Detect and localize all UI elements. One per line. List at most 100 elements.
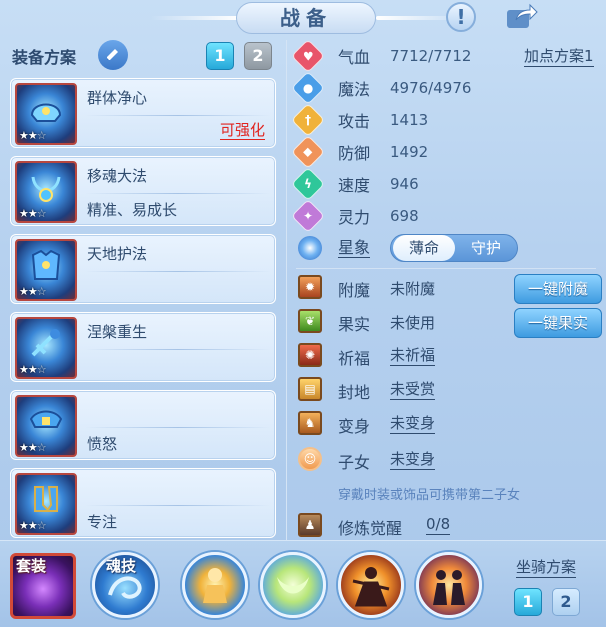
stat-row-attack: † 攻击 1413: [291, 103, 428, 137]
share-button[interactable]: [503, 0, 539, 34]
lightning-icon: ϟ: [291, 167, 325, 201]
equipment-name: 移魂大法: [87, 167, 148, 185]
attr-label-transform: 变身: [338, 417, 371, 436]
divider: [85, 271, 271, 272]
skill-slot-3[interactable]: [338, 552, 404, 618]
cultivation-label: 修炼觉醒: [338, 519, 403, 538]
skill-slot-1[interactable]: [182, 552, 248, 618]
title-wing-left: [150, 16, 240, 20]
belt-icon: [29, 410, 63, 428]
star-rating: ★★☆: [19, 207, 47, 220]
edit-plan-button[interactable]: [98, 40, 128, 70]
stat-label: 防御: [338, 144, 371, 163]
star-rating: ★★☆: [19, 129, 47, 142]
transform-icon: ♞: [298, 411, 322, 435]
pencil-icon: [107, 49, 118, 60]
stat-label: 魔法: [338, 80, 371, 99]
mount-plan-label[interactable]: 坐骑方案: [516, 558, 577, 578]
stat-value: 698: [390, 207, 419, 225]
warrior-icon: [352, 567, 390, 607]
attr-value-transform[interactable]: 未变身: [390, 414, 436, 434]
equipment-card-1[interactable]: ★★☆ 群体净心 可强化: [10, 78, 276, 148]
child-icon: ☺: [298, 447, 322, 471]
shield-icon: ◆: [291, 135, 325, 169]
divider: [85, 349, 271, 350]
divider: [85, 427, 271, 428]
equipment-plan-label: 装备方案: [12, 48, 77, 67]
attr-value-fief[interactable]: 未受赏: [390, 380, 436, 400]
blessing-icon: ✺: [298, 343, 322, 367]
fief-icon: ▤: [298, 377, 322, 401]
fruit-icon: ❦: [298, 309, 322, 333]
constellation-icon: [298, 236, 322, 260]
panel-divider: [286, 40, 287, 540]
mount-plan-2-button[interactable]: 2: [552, 588, 580, 616]
stat-label: 攻击: [338, 112, 371, 131]
stat-row-hp: ♥ 气血 7712/7712: [291, 39, 471, 73]
cultivation-icon: ♟: [298, 513, 322, 537]
attr-value-fruit: 未使用: [390, 314, 436, 332]
constellation-option-2[interactable]: 守护: [455, 235, 517, 261]
attr-label-fief: 封地: [338, 383, 371, 402]
stat-value: 1492: [390, 143, 429, 161]
helmet-icon: [30, 103, 62, 122]
enchant-icon: ✹: [298, 275, 322, 299]
one-click-enchant-button[interactable]: 一键附魔: [514, 274, 602, 304]
equipment-5-icon: ★★☆: [15, 395, 77, 457]
equipment-name: 天地护法: [87, 245, 148, 263]
stat-value: 7712/7712: [390, 47, 472, 65]
one-click-fruit-button[interactable]: 一键果实: [514, 308, 602, 338]
soul-skill-label: 魂技: [106, 557, 137, 575]
equipment-plan-2-button[interactable]: 2: [244, 42, 272, 70]
page-title: 战备: [236, 2, 376, 34]
mount-plan-1-button[interactable]: 1: [514, 588, 542, 616]
attr-value-child[interactable]: 未变身: [390, 450, 436, 470]
constellation-label[interactable]: 星象: [338, 238, 371, 258]
constellation-option-1[interactable]: 薄命: [393, 235, 455, 261]
constellation-toggle: 薄命 守护: [390, 234, 518, 262]
equipment-card-2[interactable]: ★★☆ 移魂大法 精准、易成长: [10, 156, 276, 226]
equipment-panel: 装备方案 1 2 ★★☆ 群体净心 可强化 ★★☆ 移魂大法 精准、易成长 ★★…: [6, 40, 282, 540]
equipment-card-5[interactable]: ★★☆ 愤怒: [10, 390, 276, 460]
armor-icon: [31, 249, 61, 280]
second-child-hint: 穿戴时装或饰品可携带第二子女: [338, 488, 521, 503]
divider: [85, 193, 271, 194]
skill-slot-2[interactable]: [260, 552, 326, 618]
share-icon: [507, 3, 538, 28]
equipment-card-3[interactable]: ★★☆ 天地护法: [10, 234, 276, 304]
sword-icon: †: [291, 103, 325, 137]
weapon-icon: [31, 329, 60, 357]
stat-value: 946: [390, 175, 419, 193]
equipment-card-4[interactable]: ★★☆ 涅槃重生: [10, 312, 276, 382]
help-button[interactable]: !: [443, 0, 479, 34]
attr-value-enchant: 未附魔: [390, 280, 436, 298]
add-point-plan-link[interactable]: 加点方案1: [524, 47, 594, 67]
sparkle-icon: ✦: [291, 199, 325, 233]
equipment-name: 群体净心: [87, 89, 148, 107]
title-bar: 战备 !: [0, 0, 606, 38]
equipment-6-icon: ★★☆: [15, 473, 77, 535]
attr-value-blessing[interactable]: 未祈福: [390, 346, 436, 366]
cultivation-value[interactable]: 0/8: [426, 515, 451, 535]
equipment-card-6[interactable]: ★★☆ 专注: [10, 468, 276, 538]
leaf-icon: [277, 577, 309, 594]
exclamation-icon: !: [446, 2, 476, 32]
stat-row-defense: ◆ 防御 1492: [291, 135, 428, 169]
monk-icon: [203, 568, 227, 603]
equipment-traits: 愤怒: [87, 435, 118, 453]
equipment-plan-1-button[interactable]: 1: [206, 42, 234, 70]
attr-label-enchant: 附魔: [338, 281, 371, 300]
stat-row-spirit: ✦ 灵力 698: [291, 199, 419, 233]
pair-icon: [433, 570, 465, 605]
stat-label: 气血: [338, 48, 371, 67]
enhance-link[interactable]: 可强化: [219, 121, 265, 140]
skill-slot-4[interactable]: [416, 552, 482, 618]
divider: [85, 505, 271, 506]
equipment-traits: 精准、易成长: [87, 201, 178, 219]
equipment-name: 涅槃重生: [87, 323, 148, 341]
stat-value: 1413: [390, 111, 429, 129]
drop-icon: ●: [291, 71, 325, 105]
star-rating: ★★☆: [19, 441, 47, 454]
set-outfit-label: 套装: [16, 557, 47, 575]
star-rating: ★★☆: [19, 285, 47, 298]
